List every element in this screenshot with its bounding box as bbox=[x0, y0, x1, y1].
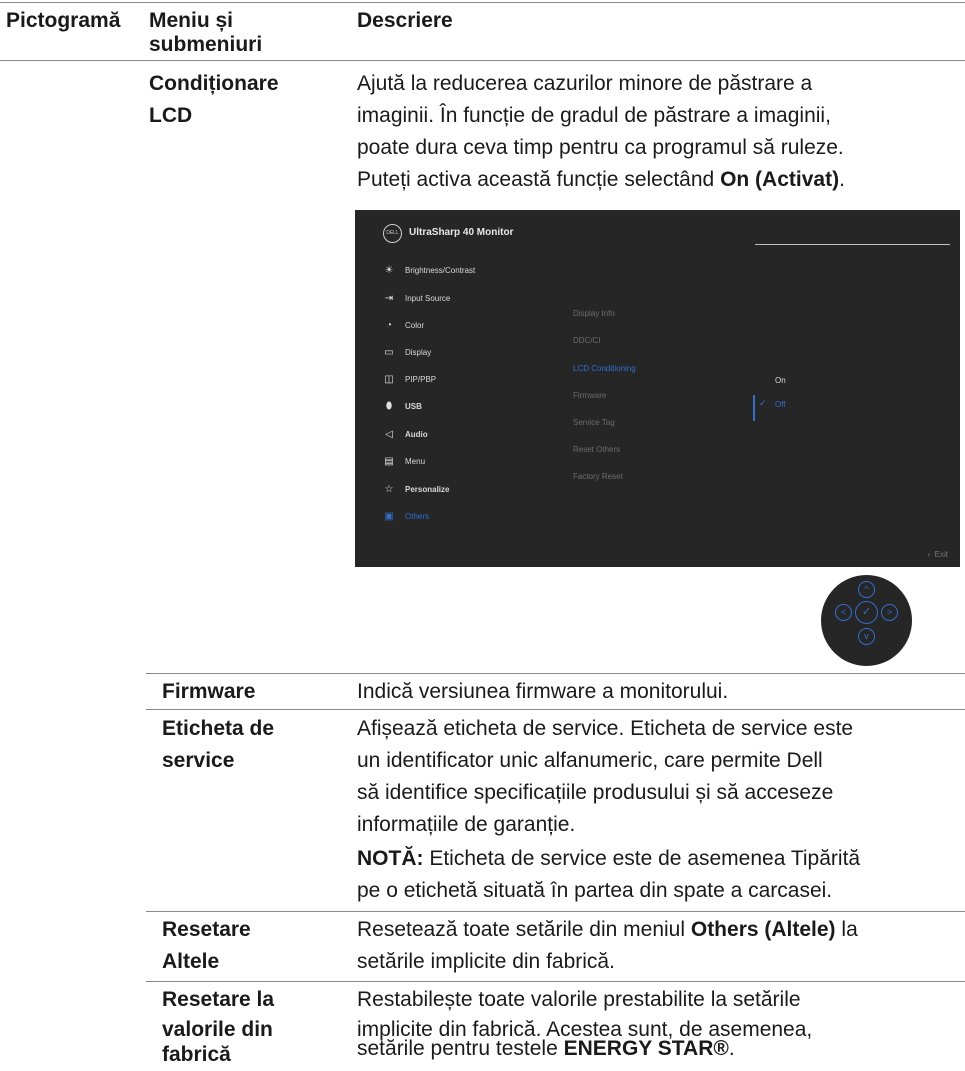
lcd-desc-bold: On (Activat) bbox=[720, 168, 840, 191]
lcd-conditioning-name-line1: Condiționare bbox=[149, 72, 279, 95]
osd-submenu-factory-reset[interactable]: Factory Reset bbox=[573, 472, 623, 481]
service-tag-note-line1: NOTĂ: Eticheta de service este de asemen… bbox=[357, 843, 860, 875]
service-tag-desc-line3: să identifice specificațiile produsului … bbox=[357, 781, 834, 804]
osd-submenu-lcd-conditioning[interactable]: LCD Conditioning bbox=[573, 364, 636, 373]
service-tag-desc-line4: informațiile de garanție. bbox=[357, 813, 576, 836]
mouse-icon: ⬮ bbox=[385, 401, 393, 412]
service-tag-note-line2: pe o etichetă situată în partea din spat… bbox=[357, 879, 833, 902]
factory-reset-pre: setările pentru testele bbox=[357, 1037, 564, 1060]
osd-top-line bbox=[755, 244, 950, 245]
row-rule-firmware bbox=[146, 673, 965, 674]
note-label: NOTĂ: bbox=[357, 847, 424, 870]
osd-title: UltraSharp 40 Monitor bbox=[409, 227, 514, 238]
sun-icon: ☀ bbox=[384, 265, 394, 276]
lcd-conditioning-desc-line2: imaginii. În funcție de gradul de păstra… bbox=[357, 104, 831, 127]
header-description-column: Descriere bbox=[357, 9, 453, 32]
header-menu-column-line2: submeniuri bbox=[149, 33, 263, 56]
dell-logo: DELL bbox=[383, 224, 402, 243]
chevron-left-icon: ‹ bbox=[927, 550, 931, 559]
others-icon: ▣ bbox=[384, 511, 394, 522]
reset-others-name-line1: Resetare bbox=[162, 918, 251, 941]
lcd-conditioning-name-line2: LCD bbox=[149, 104, 193, 127]
row-rule-reset-others bbox=[146, 911, 965, 912]
osd-selection-bar bbox=[753, 395, 755, 421]
service-tag-desc-line2: un identificator unic alfanumeric, care … bbox=[357, 749, 823, 772]
firmware-name: Firmware bbox=[162, 680, 256, 703]
header-icon-column: Pictogramă bbox=[6, 9, 121, 32]
reset-others-desc-line1: Resetează toate setările din meniul Othe… bbox=[357, 914, 858, 946]
row-rule-factory-reset bbox=[146, 981, 965, 982]
input-source-icon: ⇥ bbox=[384, 293, 394, 304]
service-tag-desc-line1: Afișează eticheta de service. Eticheta d… bbox=[357, 717, 854, 740]
row-rule-service-tag bbox=[146, 709, 965, 710]
osd-menu-screenshot: DELL UltraSharp 40 Monitor ☀ Brightness/C… bbox=[355, 210, 960, 567]
osd-option-on[interactable]: On bbox=[775, 376, 786, 385]
down-arrow-icon: v bbox=[858, 628, 875, 645]
left-arrow-icon: < bbox=[835, 604, 852, 621]
lcd-conditioning-desc-line1: Ajută la reducerea cazurilor minore de p… bbox=[357, 72, 813, 95]
display-icon: ▭ bbox=[384, 347, 394, 358]
osd-exit[interactable]: ‹ Exit bbox=[928, 550, 948, 559]
top-rule bbox=[0, 2, 965, 3]
osd-submenu-display-info[interactable]: Display Info bbox=[573, 309, 615, 318]
factory-reset-desc-line1: Restabilește toate valorile prestabilite… bbox=[357, 988, 801, 1011]
osd-submenu-service-tag[interactable]: Service Tag bbox=[573, 418, 615, 427]
reset-others-post: la bbox=[835, 918, 858, 941]
osd-exit-label: Exit bbox=[934, 550, 948, 559]
pip-icon: ◫ bbox=[384, 374, 394, 385]
note-text: Eticheta de service este de asemenea Tip… bbox=[423, 847, 861, 870]
osd-option-off[interactable]: Off bbox=[775, 400, 786, 409]
header-rule bbox=[0, 60, 965, 61]
palette-icon: ◔ bbox=[385, 320, 393, 331]
energy-star-label: ENERGY STAR® bbox=[563, 1037, 729, 1060]
service-tag-name-line1: Eticheta de bbox=[162, 717, 275, 740]
factory-reset-name-line3: fabrică bbox=[162, 1043, 231, 1066]
star-icon: ☆ bbox=[384, 484, 394, 495]
lcd-conditioning-desc-line3: poate dura ceva timp pentru ca programul… bbox=[357, 136, 844, 159]
osd-submenu-reset-others[interactable]: Reset Others bbox=[573, 445, 620, 454]
lcd-desc-post: . bbox=[839, 168, 845, 191]
check-icon: ✓ bbox=[855, 601, 878, 624]
reset-others-pre: Resetează toate setările din meniul bbox=[357, 918, 691, 941]
factory-reset-desc-line3: setările pentru testele ENERGY STAR®. bbox=[357, 1037, 735, 1060]
firmware-desc: Indică versiunea firmware a monitorului. bbox=[357, 680, 729, 703]
joystick-diagram: ^ < ✓ > v bbox=[821, 575, 912, 666]
factory-reset-name-line1: Resetare la bbox=[162, 988, 275, 1011]
reset-others-name-line2: Altele bbox=[162, 950, 220, 973]
menu-icon: ▤ bbox=[384, 456, 394, 467]
factory-reset-post: . bbox=[728, 1037, 735, 1060]
reset-others-bold: Others (Altele) bbox=[690, 918, 836, 941]
osd-submenu-ddc-ci[interactable]: DDC/CI bbox=[573, 336, 601, 345]
header-menu-column-line1: Meniu și bbox=[149, 9, 234, 32]
up-arrow-icon: ^ bbox=[858, 581, 875, 598]
service-tag-name-line2: service bbox=[162, 749, 235, 772]
reset-others-desc-line2: setările implicite din fabrică. bbox=[357, 950, 615, 973]
osd-submenu-firmware[interactable]: Firmware bbox=[573, 391, 606, 400]
right-arrow-icon: > bbox=[881, 604, 898, 621]
lcd-desc-pre: Puteți activa această funcție selectând bbox=[357, 168, 721, 191]
speaker-icon: ◁ bbox=[385, 429, 393, 440]
lcd-conditioning-desc-line4: Puteți activa această funcție selectând … bbox=[357, 164, 845, 196]
check-icon: ✓ bbox=[759, 398, 767, 408]
